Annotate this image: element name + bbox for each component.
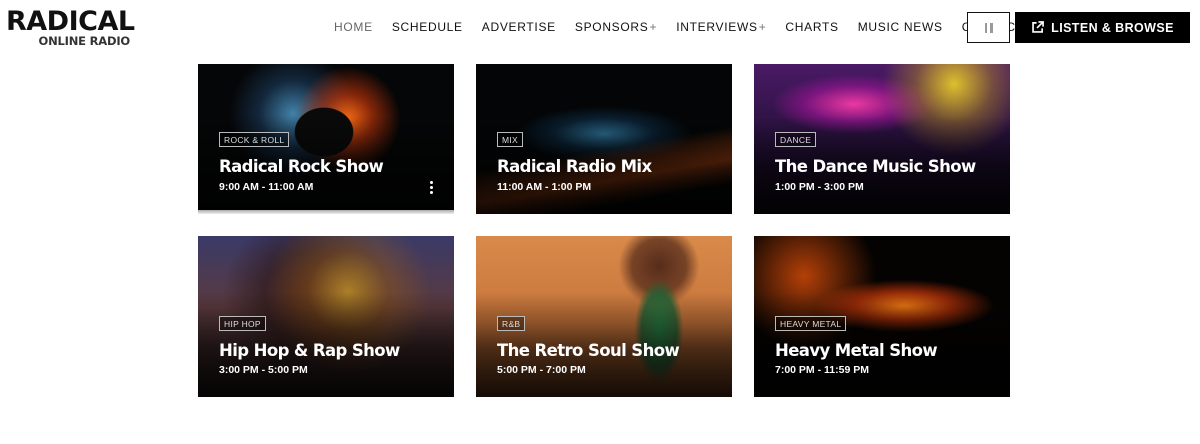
nav-item-home[interactable]: HOME: [334, 20, 373, 34]
show-time: 7:00 PM - 11:59 PM: [775, 364, 869, 376]
pause-icon: [984, 22, 987, 33]
external-link-icon: [1032, 21, 1045, 33]
pause-icon-bar: [990, 22, 993, 33]
genre-tag[interactable]: HEAVY METAL: [775, 316, 847, 331]
main-nav: HOME SCHEDULE ADVERTISE SPONSORS + INTERVIEWS…: [334, 20, 1043, 34]
card-hover-shadow: [198, 210, 454, 214]
listen-browse-button[interactable]: LISTEN & BROWSE: [1015, 12, 1190, 43]
more-options-dot: [429, 191, 433, 194]
submenu-plus-icon: +: [649, 20, 658, 34]
show-title[interactable]: The Retro Soul Show: [497, 341, 680, 360]
nav-item-schedule[interactable]: SCHEDULE: [392, 20, 463, 34]
show-card[interactable]: MIX Radical Radio Mix 11:00 AM - 1:00 PM: [476, 64, 732, 214]
genre-tag[interactable]: HIP HOP: [219, 316, 266, 331]
more-options-dot: [429, 186, 433, 189]
nav-item-label: CHARTS: [785, 20, 839, 34]
show-title[interactable]: Hip Hop & Rap Show: [219, 341, 400, 360]
show-title[interactable]: The Dance Music Show: [775, 157, 976, 176]
nav-item-label: HOME: [334, 20, 373, 34]
genre-tag[interactable]: ROCK & ROLL: [219, 132, 290, 147]
genre-tag[interactable]: R&B: [497, 316, 526, 331]
more-options-dot: [429, 181, 433, 184]
show-title[interactable]: Radical Rock Show: [219, 157, 384, 176]
pause-button[interactable]: [967, 12, 1010, 43]
show-time: 9:00 AM - 11:00 AM: [219, 181, 314, 193]
nav-item-label: SCHEDULE: [391, 20, 463, 34]
logo-title: RADICAL: [6, 6, 135, 37]
nav-item-music-news[interactable]: MUSIC NEWS: [858, 20, 943, 34]
show-card[interactable]: R&B The Retro Soul Show 5:00 PM - 7:00 PM: [476, 236, 732, 397]
submenu-plus-icon: +: [758, 20, 767, 34]
nav-item-label: MUSIC NEWS: [857, 20, 943, 34]
site-header: RADICAL ONLINE RADIO HOME SCHEDULE ADVERTI…: [0, 0, 1200, 64]
nav-item-sponsors[interactable]: SPONSORS +: [575, 20, 657, 34]
nav-item-interviews[interactable]: INTERVIEWS +: [676, 20, 766, 34]
nav-item-charts[interactable]: CHARTS: [785, 20, 838, 34]
nav-item-advertise[interactable]: ADVERTISE: [482, 20, 556, 34]
show-time: 3:00 PM - 5:00 PM: [219, 364, 308, 376]
genre-tag[interactable]: MIX: [497, 132, 524, 147]
logo-subtitle: ONLINE RADIO: [38, 34, 131, 48]
show-card[interactable]: HEAVY METAL Heavy Metal Show 7:00 PM - 11:…: [754, 236, 1010, 397]
show-time: 1:00 PM - 3:00 PM: [775, 181, 864, 193]
show-card[interactable]: HIP HOP Hip Hop & Rap Show 3:00 PM - 5:00 …: [198, 236, 454, 397]
more-options-icon[interactable]: [428, 180, 434, 195]
show-card[interactable]: ROCK & ROLL Radical Rock Show 9:00 AM - 11…: [198, 64, 454, 210]
show-time: 5:00 PM - 7:00 PM: [497, 364, 586, 376]
show-title[interactable]: Heavy Metal Show: [775, 341, 938, 360]
genre-tag[interactable]: DANCE: [775, 132, 817, 147]
listen-browse-label: LISTEN & BROWSE: [1051, 20, 1174, 35]
show-title[interactable]: Radical Radio Mix: [497, 157, 652, 176]
nav-item-label: ADVERTISE: [481, 20, 556, 34]
nav-item-label: SPONSORS: [574, 20, 649, 34]
logo[interactable]: RADICAL ONLINE RADIO: [6, 7, 136, 51]
show-card[interactable]: DANCE The Dance Music Show 1:00 PM - 3:00 …: [754, 64, 1010, 214]
nav-item-label: INTERVIEWS: [676, 20, 758, 34]
show-time: 11:00 AM - 1:00 PM: [497, 181, 592, 193]
